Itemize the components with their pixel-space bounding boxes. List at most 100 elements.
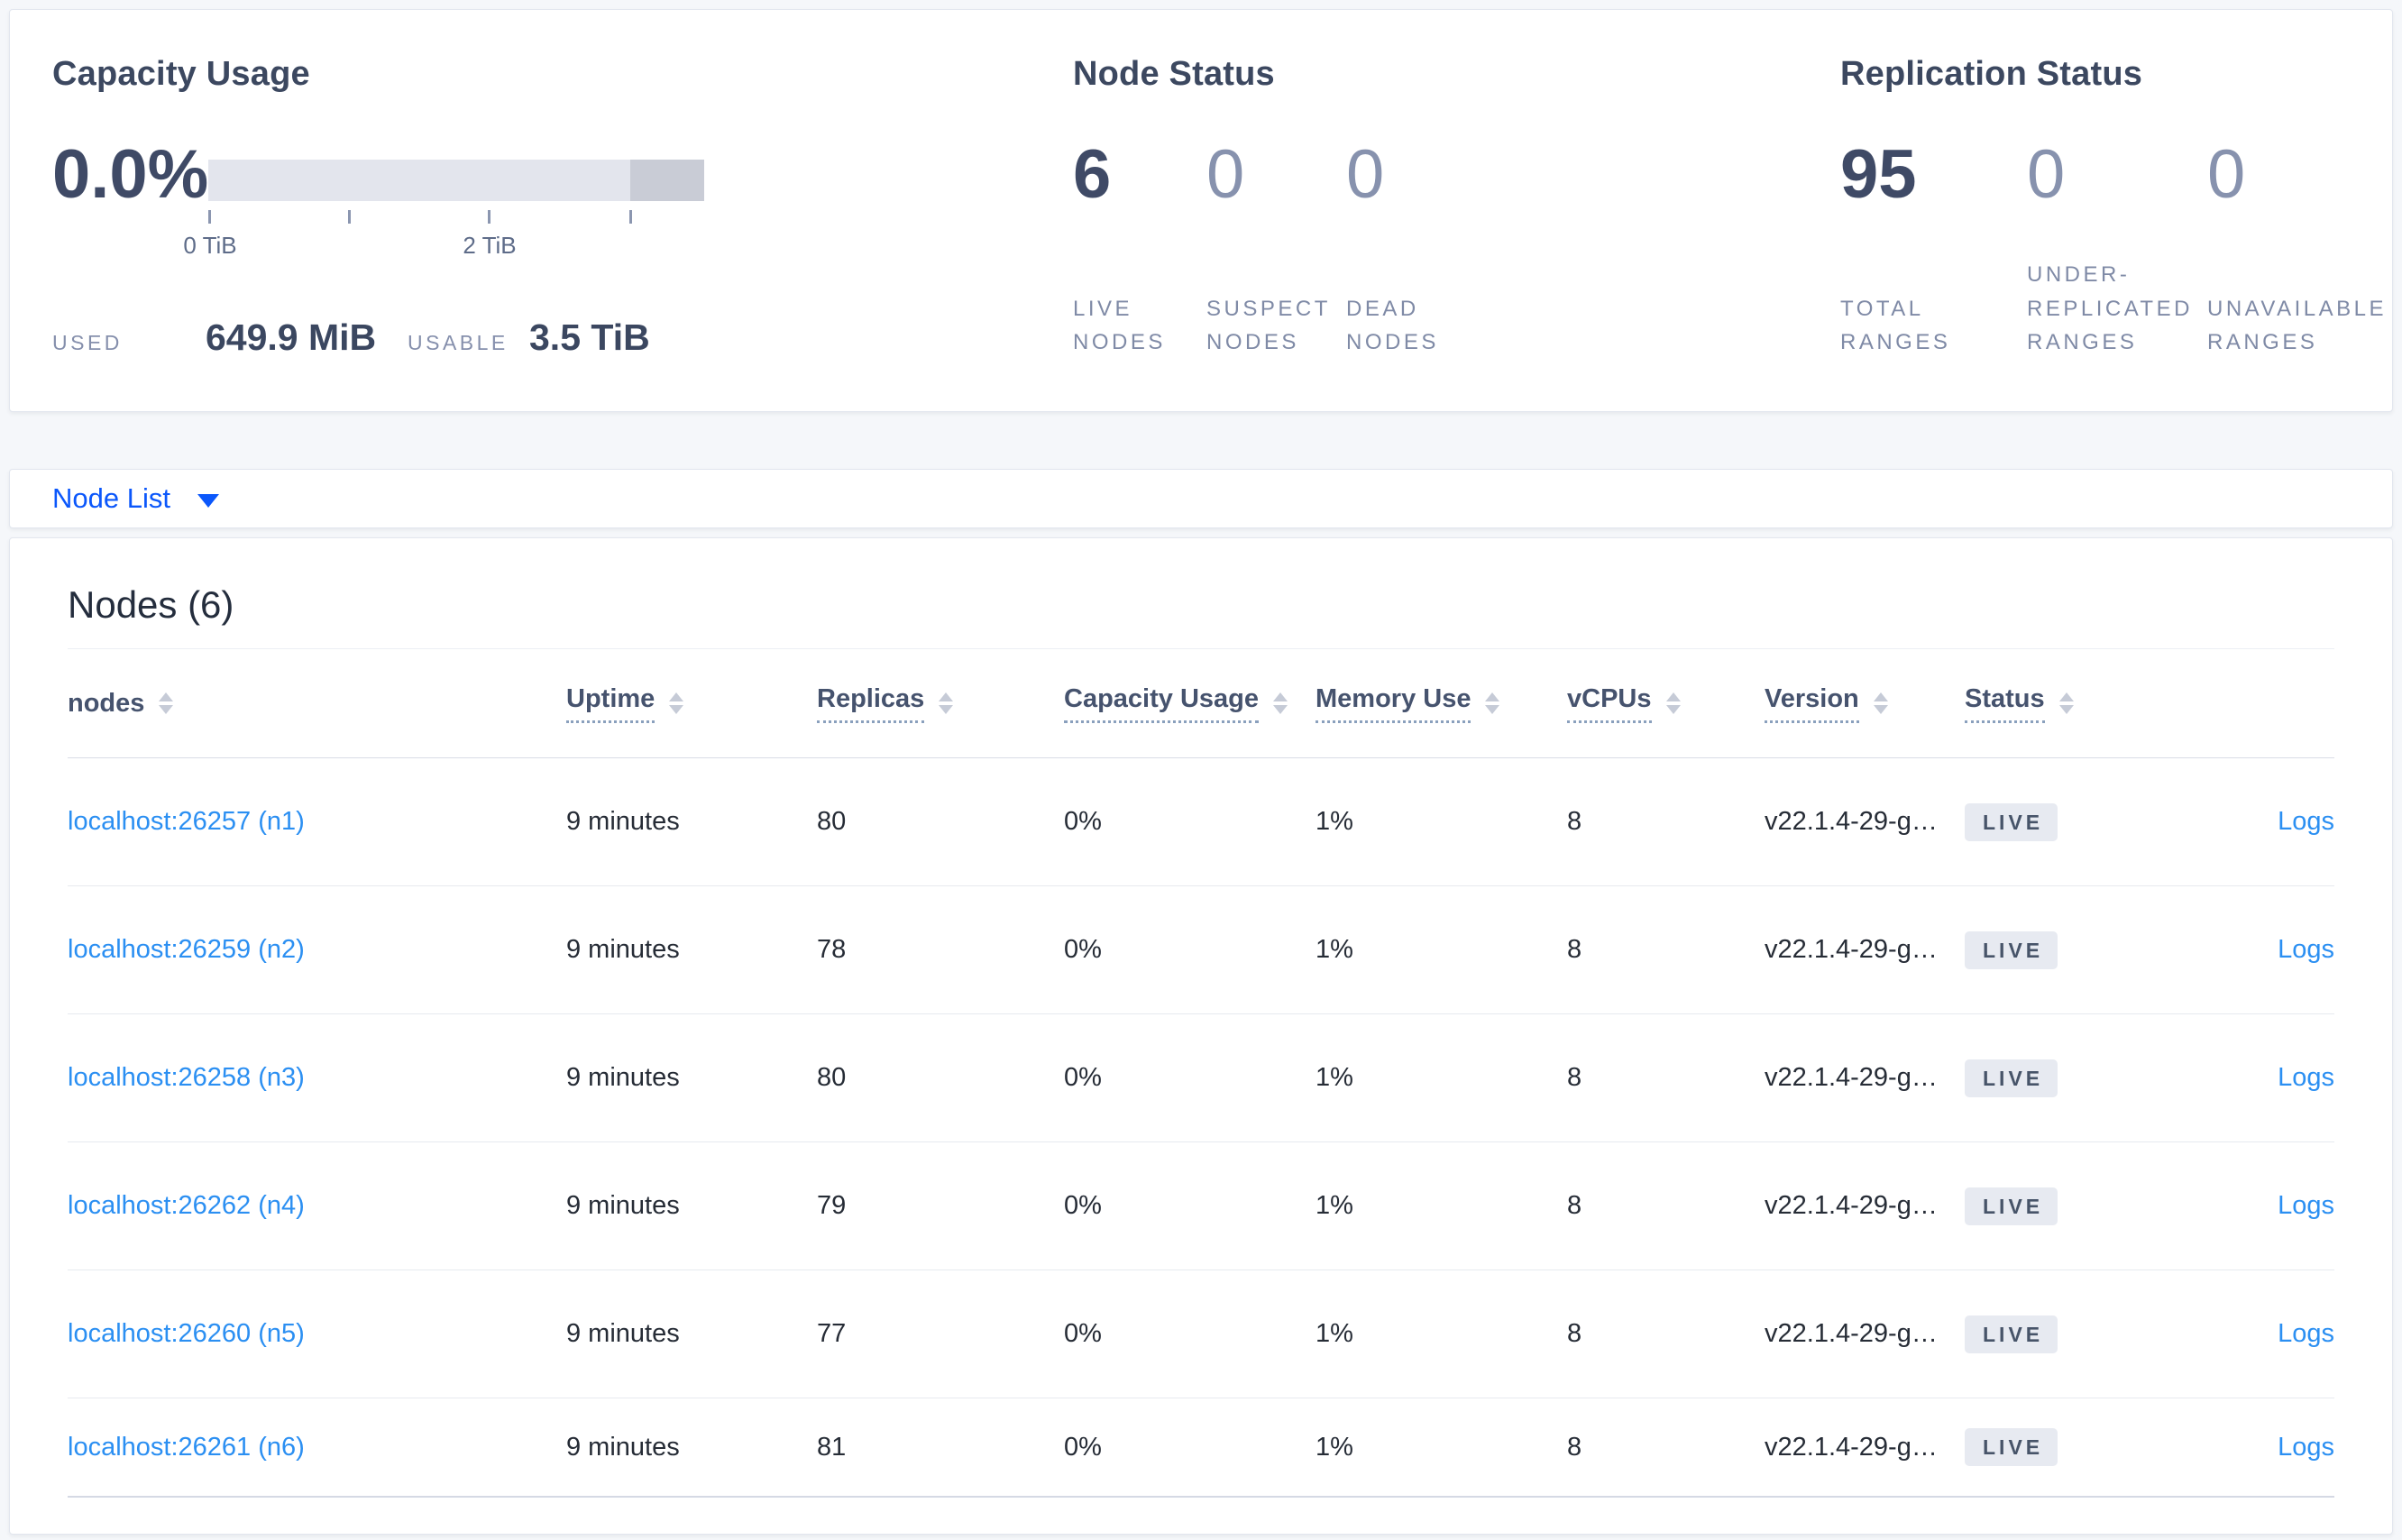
status-badge: LIVE <box>1965 1428 2058 1466</box>
total-ranges-count: 95 <box>1840 136 1917 213</box>
replicas-cell: 78 <box>817 935 847 964</box>
column-header-uptime[interactable]: Uptime <box>566 684 817 723</box>
capacity-usage-cell: 0% <box>1064 1432 1102 1462</box>
node-address-cell: localhost:26257 (n1) <box>68 807 566 837</box>
under-replicated-ranges-count: 0 <box>2027 136 2066 213</box>
capacity-used-percent: 0.0% <box>52 136 209 213</box>
sort-icon <box>669 692 684 714</box>
version-cell: v22.1.4-29-g… <box>1765 935 1938 964</box>
column-header-version[interactable]: Version <box>1765 684 1965 723</box>
dead-nodes-label: DEAD NODES <box>1346 296 1439 354</box>
logs-link[interactable]: Logs <box>2278 1433 2334 1462</box>
suspect-nodes-count: 0 <box>1206 136 1245 213</box>
logs-link[interactable]: Logs <box>2278 1063 2334 1092</box>
status-badge: LIVE <box>1965 1187 2058 1225</box>
table-row: localhost:26258 (n3) 9 minutes 80 0% 1% … <box>68 1014 2334 1142</box>
sort-icon <box>1273 692 1288 714</box>
under-replicated-ranges-label: UNDER- REPLICATED RANGES <box>2027 262 2193 354</box>
node-list-dropdown-label: Node List <box>52 482 170 514</box>
logs-cell: Logs <box>2199 1063 2334 1093</box>
node-address-link[interactable]: localhost:26259 (n2) <box>68 935 305 964</box>
view-selector-bar: Node List <box>9 469 2393 528</box>
sort-icon <box>1665 692 1681 714</box>
sort-icon <box>159 692 174 714</box>
gauge-tick-1 <box>348 210 351 224</box>
table-row: localhost:26261 (n6) 9 minutes 81 0% 1% … <box>68 1398 2334 1498</box>
column-header-capacity-usage[interactable]: Capacity Usage <box>1064 684 1316 723</box>
replicas-cell: 77 <box>817 1319 847 1348</box>
gauge-tick-label-2: 2 TiB <box>463 232 517 259</box>
logs-cell: Logs <box>2199 935 2334 965</box>
replicas-cell: 79 <box>817 1191 847 1220</box>
uptime-cell: 9 minutes <box>566 1063 680 1092</box>
nodes-section-title: Nodes (6) <box>68 583 234 626</box>
sort-icon <box>939 692 954 714</box>
table-row: localhost:26260 (n5) 9 minutes 77 0% 1% … <box>68 1270 2334 1398</box>
column-header-status[interactable]: Status <box>1965 684 2199 723</box>
node-address-link[interactable]: localhost:26261 (n6) <box>68 1433 305 1462</box>
capacity-gauge-bar <box>208 160 704 201</box>
chevron-down-icon <box>197 493 219 508</box>
status-badge: LIVE <box>1965 930 2058 969</box>
status-cell: LIVE <box>1965 1428 2199 1466</box>
version-cell: v22.1.4-29-g… <box>1765 807 1938 836</box>
memory-use-cell: 1% <box>1316 1063 1353 1092</box>
version-cell: v22.1.4-29-g… <box>1765 1191 1938 1220</box>
logs-link[interactable]: Logs <box>2278 1191 2334 1220</box>
capacity-usage-cell: 0% <box>1064 1191 1102 1220</box>
version-cell: v22.1.4-29-g… <box>1765 1063 1938 1092</box>
capacity-usage-cell: 0% <box>1064 935 1102 964</box>
usable-label: USABLE <box>408 331 509 354</box>
vcpus-cell: 8 <box>1567 1191 1582 1220</box>
used-label: USED <box>52 331 123 354</box>
vcpus-cell: 8 <box>1567 1432 1582 1462</box>
nodes-table-body: localhost:26257 (n1) 9 minutes 80 0% 1% … <box>68 758 2334 1498</box>
capacity-usage-cell: 0% <box>1064 1063 1102 1092</box>
sort-icon <box>2058 692 2074 714</box>
status-cell: LIVE <box>1965 930 2199 969</box>
node-address-link[interactable]: localhost:26257 (n1) <box>68 807 305 836</box>
usable-value: 3.5 TiB <box>529 316 650 358</box>
node-address-cell: localhost:26261 (n6) <box>68 1433 566 1462</box>
vcpus-cell: 8 <box>1567 935 1582 964</box>
column-header-memory-use[interactable]: Memory Use <box>1316 684 1567 723</box>
memory-use-cell: 1% <box>1316 1432 1353 1462</box>
version-cell: v22.1.4-29-g… <box>1765 1319 1938 1348</box>
nodes-table: nodes Uptime Replicas Capacity Usage Mem… <box>68 648 2334 1498</box>
node-list-dropdown[interactable]: Node List <box>52 482 219 515</box>
status-cell: LIVE <box>1965 802 2199 841</box>
capacity-usage-cell: 0% <box>1064 807 1102 836</box>
node-address-cell: localhost:26262 (n4) <box>68 1191 566 1221</box>
uptime-cell: 9 minutes <box>566 807 680 836</box>
gauge-tick-2 <box>488 210 490 224</box>
node-address-link[interactable]: localhost:26258 (n3) <box>68 1063 305 1092</box>
node-address-link[interactable]: localhost:26260 (n5) <box>68 1319 305 1348</box>
status-badge: LIVE <box>1965 1059 2058 1097</box>
status-cell: LIVE <box>1965 1315 2199 1353</box>
logs-cell: Logs <box>2199 1191 2334 1221</box>
logs-link[interactable]: Logs <box>2278 935 2334 964</box>
logs-link[interactable]: Logs <box>2278 1319 2334 1348</box>
column-header-nodes[interactable]: nodes <box>68 689 566 719</box>
cluster-summary-card: Capacity Usage 0.0% 0 TiB 2 TiB USED 649… <box>9 9 2393 412</box>
vcpus-cell: 8 <box>1567 1063 1582 1092</box>
node-address-cell: localhost:26258 (n3) <box>68 1063 566 1093</box>
logs-cell: Logs <box>2199 807 2334 837</box>
column-header-replicas[interactable]: Replicas <box>817 684 1064 723</box>
node-address-cell: localhost:26260 (n5) <box>68 1319 566 1349</box>
node-address-link[interactable]: localhost:26262 (n4) <box>68 1191 305 1220</box>
capacity-gauge-dark-segment <box>630 160 704 201</box>
version-cell: v22.1.4-29-g… <box>1765 1432 1938 1462</box>
logs-cell: Logs <box>2199 1433 2334 1462</box>
gauge-tick-0 <box>208 210 211 224</box>
sort-icon <box>1873 692 1888 714</box>
status-cell: LIVE <box>1965 1187 2199 1225</box>
vcpus-cell: 8 <box>1567 807 1582 836</box>
column-header-vcpus[interactable]: vCPUs <box>1567 684 1765 723</box>
dead-nodes-count: 0 <box>1346 136 1385 213</box>
memory-use-cell: 1% <box>1316 807 1353 836</box>
uptime-cell: 9 minutes <box>566 1319 680 1348</box>
suspect-nodes-label: SUSPECT NODES <box>1206 296 1331 354</box>
logs-link[interactable]: Logs <box>2278 807 2334 836</box>
vcpus-cell: 8 <box>1567 1319 1582 1348</box>
